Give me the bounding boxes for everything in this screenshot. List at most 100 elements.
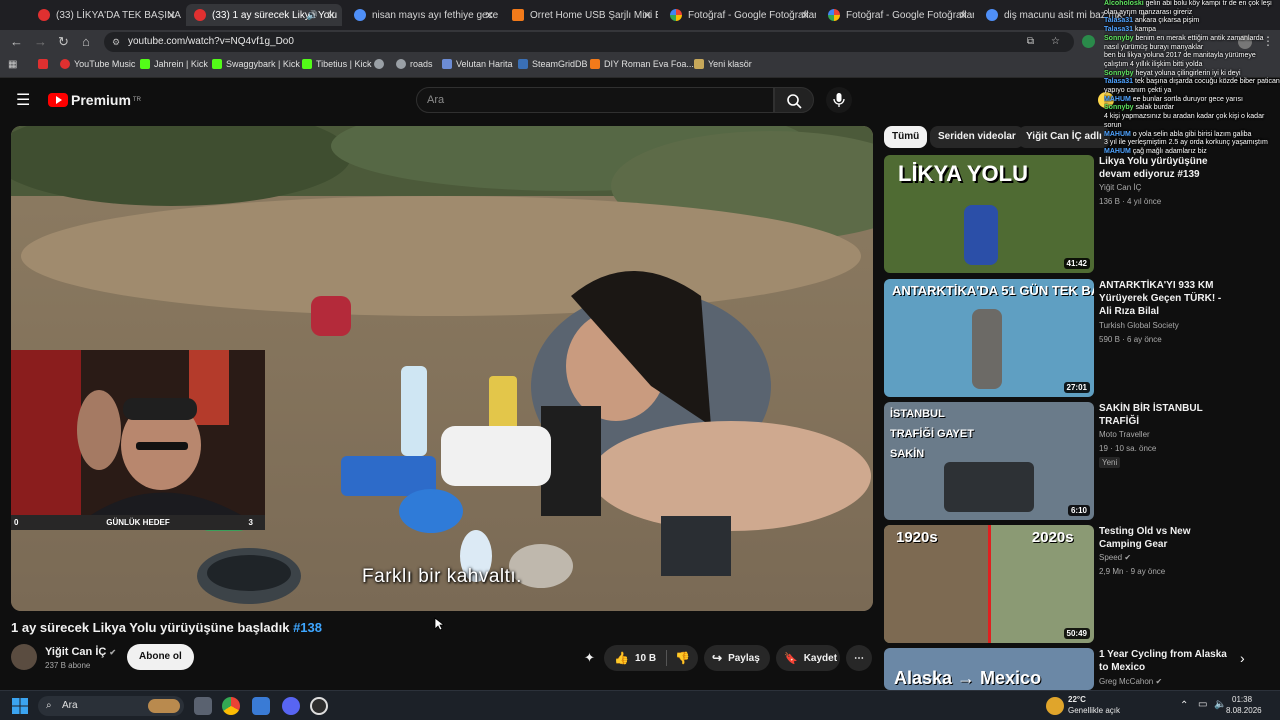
chat-message: Sonnyby benim en merak ettiğim antik zam… xyxy=(1104,34,1264,51)
address-bar[interactable]: ⚙ youtube.com/watch?v=NQ4vf1g_Do0 ⧉ ☆ xyxy=(104,32,1074,52)
taskbar-search[interactable]: ⌕ Ara xyxy=(38,696,184,716)
browser-tab[interactable]: (33) LİKYA'DA TEK BAŞINA PAR ✕ xyxy=(30,4,182,26)
search-input[interactable]: Ara xyxy=(416,87,774,113)
related-channel[interactable]: Speed ✔ xyxy=(1099,553,1131,562)
chat-message: 3 yıl ile yerleşmiştim 2.5 ay orda korku… xyxy=(1104,139,1268,147)
browser-tab[interactable]: Fotoğraf - Google Fotoğraflar ✕ xyxy=(662,4,816,26)
search-button[interactable] xyxy=(774,87,814,113)
chip-series[interactable]: Seriden videolar xyxy=(930,126,1024,148)
subscribe-button[interactable]: Abone ol xyxy=(127,644,194,670)
youtube-logo[interactable]: Premium TR xyxy=(48,92,141,108)
like-count[interactable]: 10 B xyxy=(635,653,656,664)
clock-date[interactable]: 8.08.2026 xyxy=(1226,706,1262,715)
apps-grid-icon[interactable]: ▦ xyxy=(8,59,17,70)
close-icon[interactable]: ✕ xyxy=(485,9,494,22)
thumbnail-figure xyxy=(972,309,1002,389)
save-button[interactable]: 🔖 Kaydet xyxy=(776,645,840,671)
microphone-icon xyxy=(833,93,845,107)
video-hashtag[interactable]: #138 xyxy=(293,620,322,635)
chevron-right-icon[interactable]: › xyxy=(1240,650,1245,666)
chip-all[interactable]: Tümü xyxy=(884,126,928,148)
browser-toolbar: ← → ↻ ⌂ ⚙ youtube.com/watch?v=NQ4vf1g_Do… xyxy=(0,30,1280,54)
related-thumbnail[interactable]: ANTARKTİKA'DA 51 GÜN TEK BAŞINA 27:01 xyxy=(884,279,1094,397)
weather-temperature[interactable]: 22°C xyxy=(1068,695,1086,704)
browser-tab-active[interactable]: (33) 1 ay sürecek Likya Yolu 🔊 ✕ xyxy=(186,4,342,26)
bookmark-item[interactable]: Jahrein | Kick xyxy=(140,59,208,69)
related-channel[interactable]: Turkish Global Society xyxy=(1099,321,1179,330)
close-icon[interactable]: ✕ xyxy=(643,9,652,22)
app-icon[interactable] xyxy=(252,697,270,715)
bookmark-star-icon[interactable]: ☆ xyxy=(1051,32,1060,52)
bookmark-item[interactable]: YouTube Music xyxy=(60,59,135,69)
close-icon[interactable]: ✕ xyxy=(327,9,336,22)
browser-tab[interactable]: Fotoğraf - Google Fotoğraflar ✕ xyxy=(820,4,974,26)
related-title[interactable]: SAKİN BİR İSTANBUL TRAFİĞİ xyxy=(1099,402,1229,428)
bookmark-item[interactable]: Tibetius | Kick xyxy=(302,59,372,69)
chip-channel[interactable]: Yiğit Can İÇ adlı xyxy=(1018,126,1110,148)
url-text: youtube.com/watch?v=NQ4vf1g_Do0 xyxy=(128,36,294,47)
close-icon[interactable]: ✕ xyxy=(801,9,810,22)
trendyol-icon xyxy=(512,9,524,21)
channel-name[interactable]: Yiğit Can İÇ ✔ xyxy=(45,646,116,658)
related-thumbnail[interactable]: İSTANBUL TRAFİĞİ GAYET SAKİN 6:10 xyxy=(884,402,1094,520)
chat-message: Talasa31 ankara çıkarsa pişim xyxy=(1104,17,1200,25)
home-icon[interactable]: ⌂ xyxy=(82,34,90,49)
divider xyxy=(666,650,668,666)
related-title[interactable]: 1 Year Cycling from Alaska to Mexico xyxy=(1099,648,1229,674)
ai-sparkle-icon[interactable]: ✦ xyxy=(584,650,595,666)
tab-title: nisan mayıs ayı fethiye gece h xyxy=(372,9,500,21)
related-title[interactable]: ANTARKTİKA'YI 933 KM Yürüyerek Geçen TÜR… xyxy=(1099,279,1229,318)
windows-start-icon[interactable] xyxy=(12,698,28,714)
related-thumbnail[interactable]: LİKYA YOLU 41:42 xyxy=(884,155,1094,273)
bookmark-item[interactable]: SteamGridDB xyxy=(518,59,588,69)
bookmark-item[interactable]: roads xyxy=(396,59,433,69)
close-icon[interactable]: ✕ xyxy=(167,9,176,22)
extension-icon[interactable] xyxy=(1082,35,1095,48)
dislike-icon[interactable]: 👎 xyxy=(675,651,690,665)
related-channel[interactable]: Greg McCahon ✔ xyxy=(1099,677,1162,686)
weather-description[interactable]: Genellikle açık xyxy=(1068,706,1120,715)
related-title[interactable]: Testing Old vs New Camping Gear xyxy=(1099,525,1229,551)
forward-icon[interactable]: → xyxy=(34,34,47,49)
like-icon[interactable]: 👍 xyxy=(614,651,629,665)
related-channel[interactable]: Moto Traveller xyxy=(1099,430,1150,439)
site-info-icon[interactable]: ⚙ xyxy=(112,32,120,52)
network-icon[interactable]: ▭ xyxy=(1198,699,1207,710)
more-actions-button[interactable]: ⋯ xyxy=(846,645,872,671)
youtube-music-icon xyxy=(60,59,70,69)
bookmark-item[interactable]: Velutan Harita xyxy=(442,59,513,69)
voice-search-button[interactable] xyxy=(826,87,852,113)
related-thumbnail[interactable]: Alaska → Mexico xyxy=(884,648,1094,690)
new-badge: Yeni xyxy=(1099,457,1121,468)
related-thumbnail[interactable]: 1920s 2020s 50:49 xyxy=(884,525,1094,643)
browser-tab[interactable]: nisan mayıs ayı fethiye gece h ✕ xyxy=(346,4,500,26)
bookmark-item[interactable]: DIY Roman Eva Foa... xyxy=(590,59,694,69)
volume-icon[interactable]: 🔈 xyxy=(1214,699,1226,710)
channel-avatar[interactable] xyxy=(11,644,37,670)
audio-icon[interactable]: 🔊 xyxy=(307,10,318,21)
verified-icon: ✔ xyxy=(1155,677,1163,686)
task-view-icon[interactable] xyxy=(194,697,212,715)
hamburger-menu-icon[interactable]: ☰ xyxy=(16,90,30,110)
chrome-icon[interactable] xyxy=(222,697,240,715)
video-duration: 6:10 xyxy=(1067,505,1090,516)
close-icon[interactable]: ✕ xyxy=(959,9,968,22)
tray-chevron-icon[interactable]: ⌃ xyxy=(1180,700,1188,711)
youtube-icon xyxy=(38,59,48,69)
obs-icon[interactable] xyxy=(310,697,328,715)
video-player[interactable]: 0 GÜNLÜK HEDEF 3 Farklı bir kahvaltı. xyxy=(11,126,873,611)
browser-tab[interactable]: Orret Home USB Şarjlı Mini El F ✕ xyxy=(504,4,658,26)
thumbnail-text: ANTARKTİKA'DA 51 GÜN TEK BAŞINA xyxy=(892,283,1094,298)
clock-time[interactable]: 01:38 xyxy=(1232,695,1252,704)
install-icon[interactable]: ⧉ xyxy=(1027,32,1034,52)
share-button[interactable]: ↪ Paylaş xyxy=(704,645,770,671)
bookmark-item[interactable] xyxy=(374,59,388,69)
bookmark-item[interactable]: Swaggybark | Kick xyxy=(212,59,300,69)
folder-icon xyxy=(694,59,704,69)
mouse-cursor-icon xyxy=(434,617,444,631)
bookmark-item[interactable] xyxy=(38,59,52,69)
bookmark-folder[interactable]: Yeni klasör xyxy=(694,59,752,69)
discord-icon[interactable] xyxy=(282,697,300,715)
reload-icon[interactable]: ↻ xyxy=(58,34,69,50)
back-icon[interactable]: ← xyxy=(10,34,23,49)
